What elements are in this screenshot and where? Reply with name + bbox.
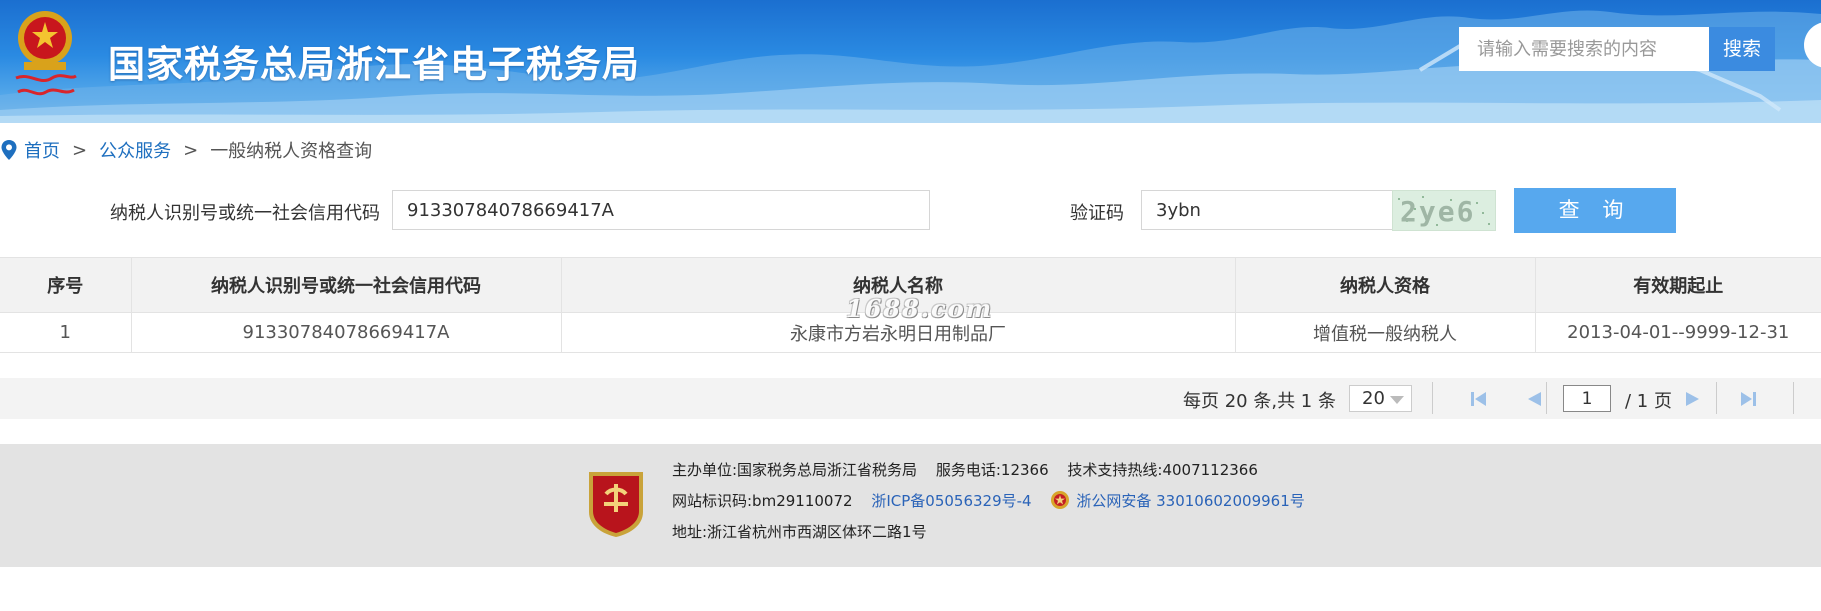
footer-address: 地址:浙江省杭州市西湖区体环二路1号 [672,523,927,541]
footer-line-3: 地址:浙江省杭州市西湖区体环二路1号 [672,521,941,542]
location-pin-icon [1,140,17,160]
footer-line-1: 主办单位:国家税务总局浙江省税务局 服务电话:12366 技术支持热线:4007… [672,459,1272,480]
taxpayer-id-input[interactable] [393,191,929,229]
column-header: 序号 [0,257,132,313]
police-emblem-icon [1051,491,1070,509]
breadcrumb: 首页 > 公众服务 > 一般纳税人资格查询 [0,138,372,162]
page-number-field[interactable] [1563,385,1611,412]
table-cell: 2013-04-01--9999-12-31 [1534,312,1821,353]
column-header: 有效期起止 [1534,257,1821,313]
breadcrumb-separator: > [72,139,88,161]
divider [1716,382,1717,414]
search-button[interactable]: 搜索 [1709,27,1775,71]
footer-sponsor: 主办单位:国家税务总局浙江省税务局 [672,461,918,479]
previous-page-icon[interactable] [1524,389,1544,409]
taxpayer-id-label: 纳税人识别号或统一社会信用代码 [110,203,380,224]
search-input[interactable] [1477,39,1707,60]
site-footer: 主办单位:国家税务总局浙江省税务局 服务电话:12366 技术支持热线:4007… [0,444,1821,567]
breadcrumb-separator: > [183,139,199,161]
table-cell: 1 [0,312,132,353]
breadcrumb-section-link[interactable]: 公众服务 [99,137,171,163]
captcha-image[interactable]: 2ye6 [1392,190,1496,231]
search-field[interactable] [1459,27,1709,71]
breadcrumb-home-link[interactable]: 首页 [24,137,60,163]
table-cell: 91330784078669417A [130,312,562,353]
column-header: 纳税人识别号或统一社会信用代码 [130,257,562,313]
taxpayer-id-field[interactable] [392,190,930,230]
page-number-input[interactable] [1564,386,1610,411]
column-header: 纳税人资格 [1234,257,1536,313]
captcha-field[interactable] [1141,190,1396,230]
next-page-icon[interactable] [1683,389,1703,409]
icp-link[interactable]: 浙ICP备05056329号-4 [871,492,1031,510]
page-size-value: 20 [1362,388,1385,409]
divider [1546,382,1547,414]
total-pages: / 1 页 [1625,391,1672,412]
pagination-summary: 每页 20 条,共 1 条 [1183,391,1336,412]
divider [1793,382,1794,414]
first-page-icon[interactable] [1469,389,1489,409]
page-size-select[interactable]: 20 [1349,385,1412,412]
site-header: 国家税务总局浙江省电子税务局 搜索 [0,0,1821,123]
captcha-input[interactable] [1142,191,1395,229]
query-button[interactable]: 查 询 [1514,188,1676,233]
footer-site-id: 网站标识码:bm29110072 [672,492,853,510]
tax-emblem-logo [15,11,77,96]
pagination-bar: 每页 20 条,共 1 条 20 / 1 页 [0,378,1821,419]
divider [1432,382,1433,414]
site-title: 国家税务总局浙江省电子税务局 [108,43,640,86]
chevron-down-icon [1390,396,1404,404]
captcha-text: 2ye6 [1400,195,1476,228]
table-cell: 增值税一般纳税人 [1234,312,1536,353]
watermark-text: 1688.com [846,294,994,323]
footer-hotline: 技术支持热线:4007112366 [1067,461,1258,479]
captcha-label: 验证码 [1070,203,1124,224]
last-page-icon[interactable] [1738,389,1758,409]
footer-phone: 服务电话:12366 [935,461,1049,479]
government-badge-icon[interactable] [585,468,647,538]
police-record-link[interactable]: 浙公网安备 33010602009961号 [1076,492,1304,510]
breadcrumb-current: 一般纳税人资格查询 [210,141,373,162]
footer-line-2: 网站标识码:bm29110072 浙ICP备05056329号-4 浙公网安备 … [672,490,1319,511]
